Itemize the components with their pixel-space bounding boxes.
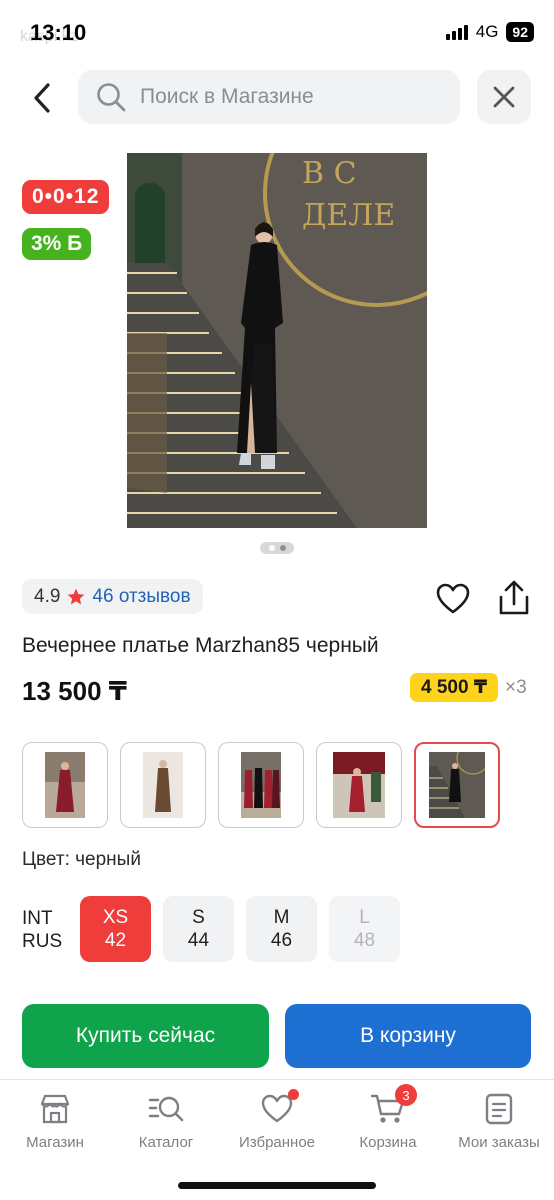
size-option-m[interactable]: M 46 — [246, 896, 317, 962]
size-system-int: INT — [22, 908, 53, 929]
color-thumb-red[interactable] — [316, 742, 402, 828]
svg-text:ДЕЛЕ: ДЕЛЕ — [302, 198, 395, 233]
back-button[interactable] — [22, 78, 62, 118]
buy-now-button[interactable]: Купить сейчас — [22, 1004, 269, 1068]
nav-item-cart[interactable]: 3 Корзина — [333, 1084, 443, 1151]
installment-price-badge[interactable]: 4 500 ₸ — [410, 673, 499, 702]
color-label: Цвет: черный — [22, 849, 141, 870]
nav-label: Каталог — [138, 1134, 194, 1151]
network-type: 4G — [475, 22, 499, 41]
size-rus: 44 — [187, 930, 210, 951]
color-thumb-group[interactable] — [218, 742, 304, 828]
size-option-xs[interactable]: XS 42 — [80, 896, 151, 962]
nav-item-orders[interactable]: Мои заказы — [444, 1092, 554, 1151]
dress-thumbnail — [333, 752, 385, 818]
favorite-button[interactable] — [436, 583, 470, 615]
nav-item-favorites[interactable]: Избранное — [222, 1089, 332, 1151]
share-icon — [499, 580, 529, 615]
size-option-l: L 48 — [329, 896, 400, 962]
nav-item-catalog[interactable]: Каталог — [111, 1092, 221, 1151]
nav-label: Корзина — [359, 1134, 417, 1151]
favorites-notification-dot — [288, 1089, 299, 1100]
reviews-link[interactable]: 46 отзывов — [92, 586, 190, 608]
size-rus: 48 — [353, 930, 376, 951]
status-indicators: 4G 92 — [445, 22, 534, 42]
nav-label: Мои заказы — [458, 1134, 540, 1151]
battery-level: 92 — [506, 22, 534, 42]
home-indicator[interactable] — [178, 1182, 376, 1189]
size-rus: 42 — [104, 930, 127, 951]
signal-icon — [445, 24, 468, 40]
dress-thumbnail — [45, 752, 85, 818]
size-rus: 46 — [270, 930, 293, 951]
size-int: L — [359, 907, 370, 928]
product-price: 13 500 ₸ — [22, 676, 127, 706]
add-to-cart-button[interactable]: В корзину — [285, 1004, 531, 1068]
rating-value: 4.9 — [34, 585, 61, 607]
installment-multiplier: ×3 — [505, 677, 527, 698]
product-title: Вечернее платье Marzhan85 черный — [22, 634, 379, 657]
color-thumb-black[interactable] — [414, 742, 500, 828]
svg-text:В С: В С — [302, 156, 357, 191]
orders-icon — [485, 1093, 513, 1125]
size-option-s[interactable]: S 44 — [163, 896, 234, 962]
catalog-search-icon — [148, 1096, 184, 1122]
product-photo: В С ДЕЛЕ — [127, 153, 427, 528]
search-icon — [97, 83, 126, 112]
size-system-labels: INT RUS — [22, 907, 62, 953]
chevron-left-icon — [34, 83, 50, 113]
size-int: XS — [102, 907, 129, 928]
size-int: S — [192, 907, 205, 928]
store-icon — [40, 1094, 70, 1124]
color-thumb-brown[interactable] — [120, 742, 206, 828]
image-pager[interactable] — [260, 542, 294, 554]
dress-thumbnail — [429, 752, 485, 818]
nav-item-store[interactable]: Магазин — [0, 1092, 110, 1151]
product-image[interactable]: В С ДЕЛЕ — [127, 153, 427, 528]
rating-chip[interactable]: 4.9 46 отзывов — [22, 579, 203, 614]
search-placeholder: Поиск в Магазине — [140, 85, 314, 108]
share-button[interactable] — [498, 580, 530, 616]
pager-dot-2 — [279, 545, 286, 551]
size-int: M — [273, 907, 290, 928]
cart-count-badge: 3 — [395, 1084, 417, 1106]
nav-label: Избранное — [238, 1134, 316, 1151]
search-input[interactable]: Поиск в Магазине — [78, 70, 460, 124]
status-time: 13:10 — [30, 20, 87, 45]
color-thumb-burgundy[interactable] — [22, 742, 108, 828]
size-options: XS 42 S 44 M 46 L 48 — [80, 896, 400, 962]
search-header: Поиск в Магазине — [0, 70, 554, 126]
dress-thumbnail — [143, 752, 183, 818]
status-bar: kaspi.kz 13:10 4G 92 — [0, 0, 554, 64]
pager-dot-1 — [268, 545, 275, 551]
close-icon — [493, 86, 515, 108]
close-button[interactable] — [477, 70, 531, 124]
size-system-rus: RUS — [22, 931, 63, 952]
timer-badge: 0•0•12 — [22, 180, 110, 214]
star-icon — [68, 588, 85, 604]
heart-outline-icon — [436, 583, 470, 614]
dress-thumbnail — [241, 752, 281, 818]
color-variants — [22, 742, 500, 828]
nav-label: Магазин — [26, 1134, 84, 1151]
cashback-badge: 3% Б — [22, 228, 92, 260]
